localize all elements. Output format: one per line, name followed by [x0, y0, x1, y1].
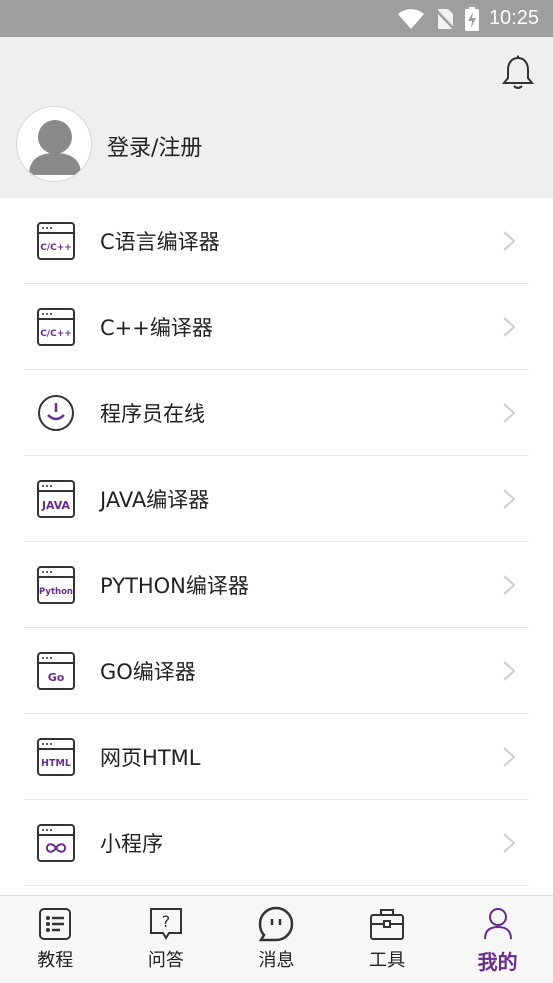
- menu-item-html[interactable]: HTML 网页HTML: [24, 714, 529, 800]
- battery-charging-icon: [464, 6, 479, 31]
- wifi-icon: [397, 8, 425, 30]
- chevron-right-icon: [503, 403, 515, 423]
- tab-label: 问答: [147, 950, 184, 971]
- go-badge-text: Go: [48, 671, 65, 684]
- html-icon: HTML: [36, 737, 76, 777]
- chevron-right-icon: [503, 575, 515, 595]
- cpp-badge-text: C/C++: [40, 329, 72, 339]
- menu-item-cpp-compiler[interactable]: C/C++ C++编译器: [24, 284, 529, 370]
- tab-mine[interactable]: 我的: [442, 896, 553, 983]
- notification-bell-icon[interactable]: [501, 55, 535, 91]
- c-badge-text: C/C++: [40, 243, 72, 253]
- menu-item-label: 程序员在线: [100, 401, 205, 426]
- menu-item-label: 小程序: [100, 831, 163, 856]
- python-badge-text: Python: [39, 587, 73, 597]
- profile-header: 登录/注册: [0, 37, 553, 198]
- status-bar: 10:25: [0, 0, 553, 37]
- java-compiler-icon: JAVA: [36, 479, 76, 519]
- tab-label: 我的: [477, 950, 518, 974]
- chevron-right-icon: [503, 231, 515, 251]
- java-badge-text: JAVA: [41, 499, 71, 512]
- tab-tutorial[interactable]: 教程: [0, 896, 111, 983]
- menu-item-label: GO编译器: [100, 659, 196, 684]
- go-compiler-icon: Go: [36, 651, 76, 691]
- programmer-online-icon: [36, 393, 76, 433]
- no-sim-icon: [435, 8, 455, 30]
- menu-item-programmer-online[interactable]: 程序员在线: [24, 370, 529, 456]
- cpp-compiler-icon: C/C++: [36, 307, 76, 347]
- menu-item-label: C语言编译器: [100, 229, 220, 254]
- chevron-right-icon: [503, 661, 515, 681]
- chevron-right-icon: [503, 833, 515, 853]
- python-compiler-icon: Python: [36, 565, 76, 605]
- svg-text:?: ?: [162, 912, 171, 931]
- tab-messages[interactable]: 消息: [221, 896, 332, 983]
- mini-program-icon: [36, 823, 76, 863]
- menu-item-label: C++编译器: [100, 315, 213, 340]
- avatar[interactable]: [16, 106, 92, 182]
- menu-item-python-compiler[interactable]: Python PYTHON编译器: [24, 542, 529, 628]
- tab-tools[interactable]: 工具: [332, 896, 443, 983]
- menu-item-label: JAVA编译器: [100, 487, 210, 512]
- tab-label: 工具: [369, 950, 406, 971]
- menu-item-go-compiler[interactable]: Go GO编译器: [24, 628, 529, 714]
- c-compiler-icon: C/C++: [36, 221, 76, 261]
- menu-item-c-compiler[interactable]: C/C++ C语言编译器: [24, 198, 529, 284]
- chevron-right-icon: [503, 489, 515, 509]
- chevron-right-icon: [503, 317, 515, 337]
- message-icon: [258, 906, 294, 942]
- login-register-link[interactable]: 登录/注册: [107, 130, 202, 162]
- menu-item-mini-program[interactable]: 小程序: [24, 800, 529, 886]
- tool-menu-list: C/C++ C语言编译器 C/C++ C++编译器 程序员在线 JAVA JAV…: [0, 198, 553, 886]
- profile-icon: [480, 906, 516, 942]
- tutorial-icon: [37, 906, 73, 942]
- toolbox-icon: [369, 906, 405, 942]
- menu-item-label: PYTHON编译器: [100, 573, 249, 598]
- tab-label: 消息: [258, 950, 295, 971]
- menu-item-java-compiler[interactable]: JAVA JAVA编译器: [24, 456, 529, 542]
- status-time: 10:25: [488, 7, 539, 29]
- tab-label: 教程: [37, 950, 74, 971]
- html-badge-text: HTML: [41, 758, 71, 769]
- tab-qa[interactable]: ? 问答: [111, 896, 222, 983]
- qa-icon: ?: [148, 906, 184, 942]
- menu-item-label: 网页HTML: [100, 745, 201, 770]
- chevron-right-icon: [503, 747, 515, 767]
- bottom-tab-bar: 教程 ? 问答 消息 工具 我的: [0, 895, 553, 983]
